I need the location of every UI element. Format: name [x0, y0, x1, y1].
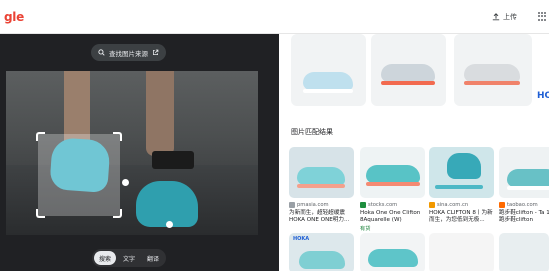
result-card[interactable]: pmasia.com 为新而生，超轻超缓震 HOKA ONE ONE明力... — [289, 147, 354, 224]
hoka-brand-text: HOKA — [293, 236, 310, 242]
mode-search-button[interactable]: 搜索 — [94, 251, 117, 265]
sneaker-image — [366, 165, 420, 183]
lens-search-icon — [98, 49, 105, 56]
sneaker-image — [297, 167, 345, 185]
result-title[interactable]: 为新而生，超轻超缓震 HOKA ONE ONE明力... — [289, 210, 354, 224]
result-image — [360, 147, 425, 198]
result-source: pmasia.com — [289, 202, 354, 208]
crop-handle-top-right[interactable] — [113, 132, 122, 141]
result-image-partial[interactable]: HOKA — [289, 233, 354, 271]
result-image-partial[interactable] — [360, 233, 425, 271]
result-title[interactable]: 跑步鞋clifton - Ta 100件跑步鞋clifton — [499, 210, 549, 224]
mode-text-button[interactable]: 文字 — [118, 251, 140, 265]
site-favicon-icon — [429, 202, 435, 208]
crop-handle-top-left[interactable] — [36, 132, 45, 141]
sneaker-sole — [297, 184, 345, 188]
result-image — [289, 147, 354, 198]
result-source: taobao.com — [499, 202, 549, 208]
find-image-source-button[interactable]: 查找图片来源 — [91, 44, 166, 61]
object-hotspot-dot[interactable] — [122, 179, 129, 186]
product-thumbnail[interactable] — [454, 34, 532, 106]
result-image-partial[interactable] — [499, 233, 549, 271]
sneaker-sole — [507, 186, 549, 190]
section-title: 图片匹配结果 — [291, 128, 333, 136]
crop-selection-area[interactable] — [38, 134, 120, 216]
image-preview-pane: 查找图片来源 搜索 文字 翻译 — [0, 34, 279, 271]
upload-icon — [492, 13, 500, 21]
object-hotspot-dot[interactable] — [166, 221, 173, 228]
result-card[interactable]: sina.com.cn HOKA CLIFTON 8丨为新而生，为您低到无极..… — [429, 147, 494, 224]
result-title[interactable]: Hoka One One Clifton 8Aquarelle (W) — [360, 210, 425, 224]
result-source-label: stocks.com — [368, 202, 398, 208]
results-pane: HO 图片匹配结果 pmasia.com 为新而生，超轻超缓震 HOKA ONE… — [279, 34, 549, 271]
stock-status: 有货 — [360, 226, 371, 232]
result-source: sina.com.cn — [429, 202, 494, 208]
crop-handle-bottom-left[interactable] — [36, 209, 45, 218]
logo-text: gle — [4, 10, 24, 24]
sneaker-image — [368, 249, 418, 267]
mode-switcher: 搜索 文字 翻译 — [92, 249, 167, 267]
runner-right-leg — [146, 71, 174, 156]
apps-grid-icon[interactable] — [538, 12, 547, 21]
result-image — [499, 147, 549, 198]
sneaker-sole — [366, 182, 420, 186]
result-source-label: sina.com.cn — [437, 202, 469, 208]
top-bar: gle 上传 — [0, 0, 549, 34]
ankle-strap — [152, 151, 194, 169]
sneaker-sole — [381, 81, 435, 85]
product-thumbnail[interactable] — [291, 34, 366, 106]
result-image — [429, 147, 494, 198]
google-logo[interactable]: gle — [4, 10, 24, 24]
sneaker-sole — [303, 89, 353, 93]
sneaker-image — [447, 153, 481, 179]
external-link-icon — [153, 49, 159, 55]
result-title[interactable]: HOKA CLIFTON 8丨为新而生，为您低到无极... — [429, 210, 494, 224]
result-source-label: taobao.com — [507, 202, 538, 208]
result-source-label: pmasia.com — [297, 202, 329, 208]
taobao-favicon-icon — [499, 202, 505, 208]
mode-translate-button[interactable]: 翻译 — [142, 251, 164, 265]
right-running-shoe — [136, 181, 198, 227]
site-favicon-icon — [289, 202, 295, 208]
result-card[interactable]: taobao.com 跑步鞋clifton - Ta 100件跑步鞋clifto… — [499, 147, 549, 224]
partial-brand-text: HO — [537, 91, 549, 101]
sneaker-image — [303, 72, 353, 90]
result-card[interactable]: stocks.com Hoka One One Clifton 8Aquarel… — [360, 147, 425, 232]
upload-label: 上传 — [503, 13, 517, 21]
sneaker-sole — [435, 185, 483, 189]
product-thumbnail[interactable] — [371, 34, 446, 106]
sneaker-sole — [464, 81, 520, 85]
result-image-partial[interactable] — [429, 233, 494, 271]
sneaker-image — [299, 251, 345, 269]
sneaker-image — [381, 64, 435, 82]
upload-button[interactable]: 上传 — [492, 12, 517, 22]
sneaker-image — [507, 169, 549, 187]
x-favicon-icon — [360, 202, 366, 208]
sneaker-image — [464, 64, 520, 82]
result-source: stocks.com — [360, 202, 425, 208]
crop-handle-bottom-right[interactable] — [113, 209, 122, 218]
find-image-source-label: 查找图片来源 — [109, 49, 148, 58]
